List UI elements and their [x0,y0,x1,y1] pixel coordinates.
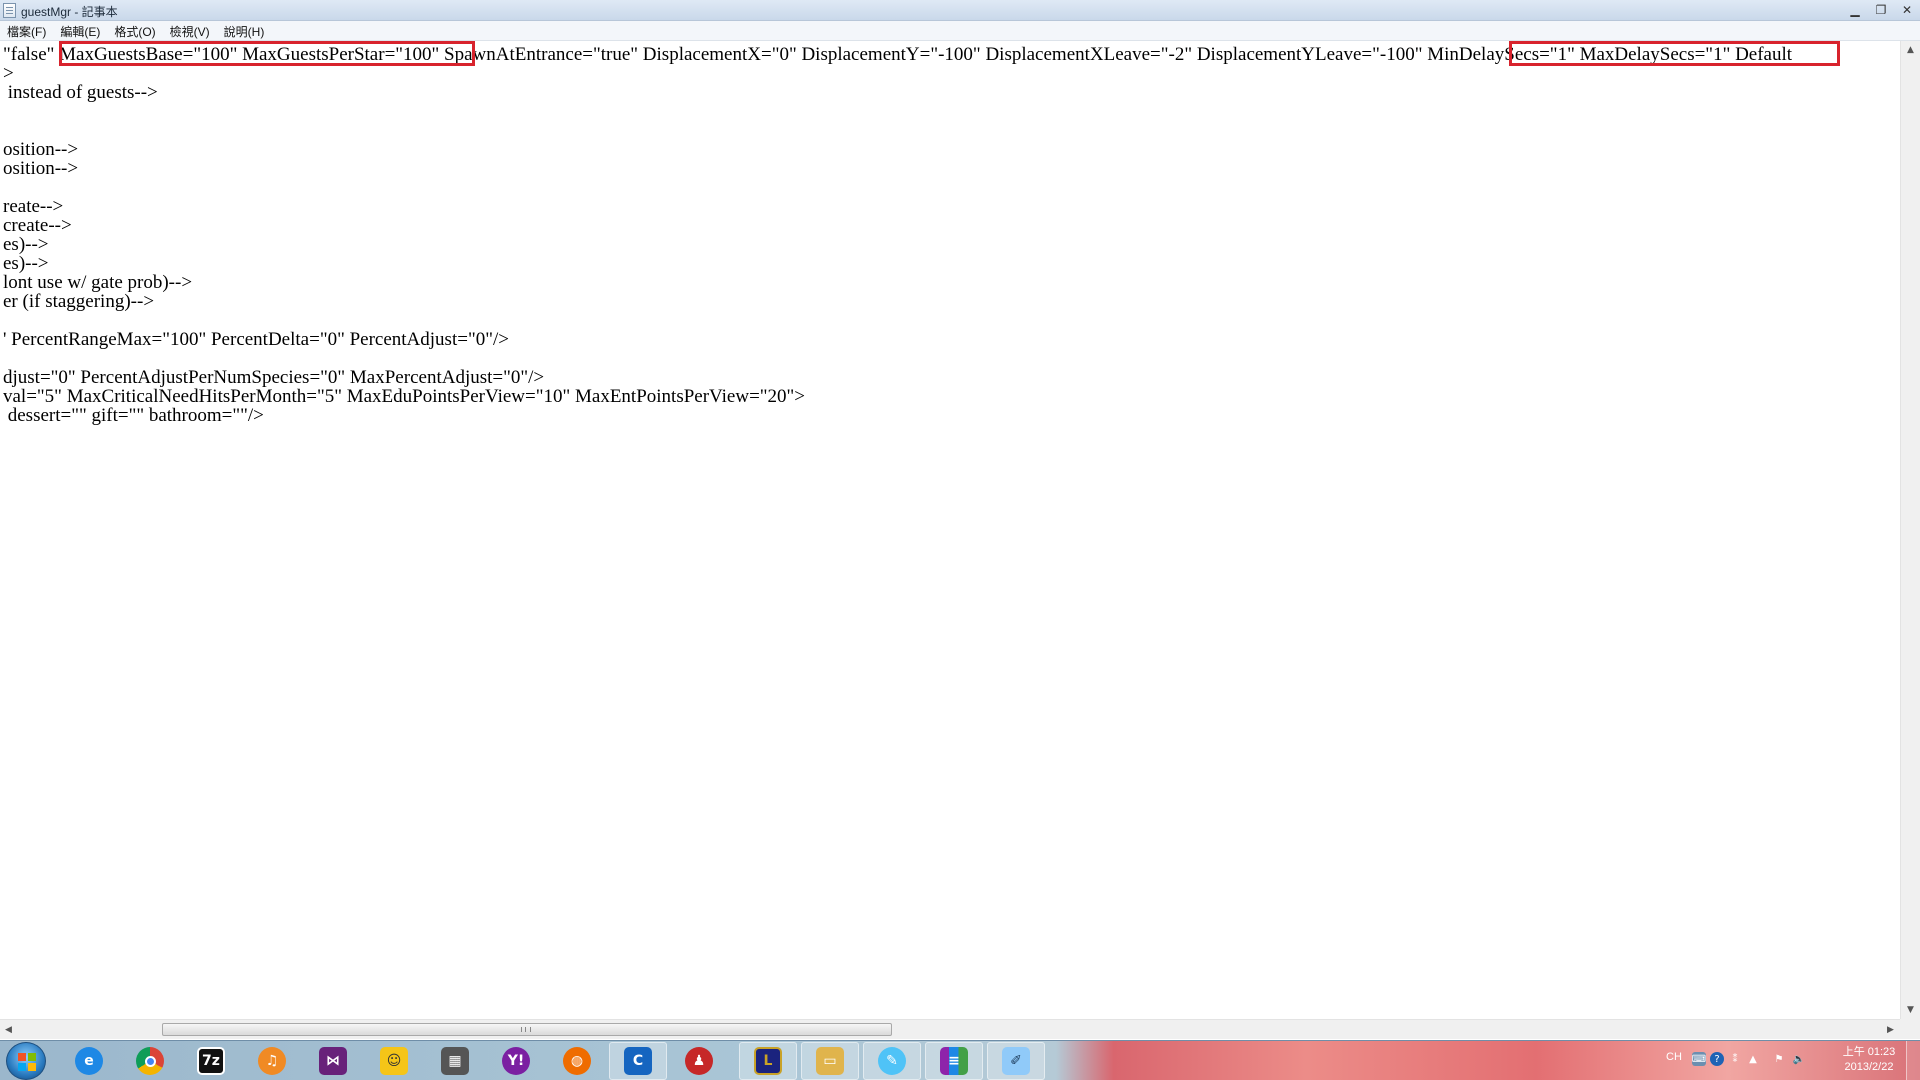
taskbar-app-yahoo-messenger[interactable]: Y! [487,1042,545,1080]
league-icon: L [754,1047,782,1075]
volume-icon[interactable]: 🔈 [1792,1052,1806,1066]
taskbar-app-video-editor[interactable]: ▦ [426,1042,484,1080]
yahoo-messenger-icon: Y! [502,1047,530,1075]
text-line: es)--> [3,253,49,274]
taskbar-app-league[interactable]: L [739,1042,797,1080]
text-editor[interactable]: "false" MaxGuestsBase="100" MaxGuestsPer… [0,41,1900,1019]
text-line: > [3,63,14,84]
text-line: reate--> [3,196,64,217]
scroll-up-button[interactable]: ▲ [1901,41,1920,58]
notepad-icon [3,3,16,18]
red-app-icon: ♟ [685,1047,713,1075]
horizontal-scrollbar[interactable]: ◀ ▶ [0,1019,1900,1039]
help-icon[interactable]: ? [1710,1052,1724,1066]
restore-button[interactable]: ❐ [1868,0,1894,20]
c-app-icon: C [624,1047,652,1075]
taskbar-app-folder[interactable]: ▭ [801,1042,859,1080]
taskbar-app-c[interactable]: C [609,1042,667,1080]
show-desktop-button[interactable] [1906,1041,1920,1080]
caption-buttons: ▁ ❐ ✕ [1842,0,1920,20]
menu-view[interactable]: 檢視(V) [163,21,217,40]
text-line: osition--> [3,139,79,160]
chrome-icon [136,1047,164,1075]
paint-icon: ✎ [878,1047,906,1075]
close-icon: ✕ [1901,3,1913,17]
menu-format[interactable]: 格式(O) [107,21,162,40]
menu-bar: 檔案(F) 編輯(E) 格式(O) 檢視(V) 說明(H) [0,21,1920,41]
keyboard-icon[interactable]: ⌨ [1692,1052,1706,1066]
language-indicator[interactable]: CH [1666,1051,1682,1063]
text-line: dessert="" gift="" bathroom=""/> [3,405,264,426]
arrow-down-icon: ▼ [1907,1004,1914,1015]
menu-file[interactable]: 檔案(F) [0,21,53,40]
clock-time: 上午 01:23 [1842,1046,1896,1058]
windows-logo-icon [18,1053,36,1071]
chevron-up-icon[interactable]: ▲ [1746,1052,1760,1066]
taskbar-app-winrar[interactable]: ≡ [925,1042,983,1080]
arrow-right-icon: ▶ [1887,1024,1894,1035]
visual-studio-icon: ⋈ [319,1047,347,1075]
text-line: instead of guests--> [3,82,158,103]
arrow-up-icon: ▲ [1907,44,1914,55]
text-line: create--> [3,215,72,236]
scroll-right-button[interactable]: ▶ [1882,1020,1899,1039]
minimize-button[interactable]: ▁ [1842,0,1868,20]
taskbar: e 7z ♫ ⋈ ☺ ▦ Y! ◍ C ♟ L ▭ ✎ ≡ ✐ CH ⌨ ? ⁑… [0,1040,1920,1080]
taskbar-app-chrome[interactable] [121,1042,179,1080]
notepad-icon: ✐ [1002,1047,1030,1075]
text-line: lont use w/ gate prob)--> [3,272,193,293]
scrollbar-corner [1900,1019,1920,1039]
taskbar-app-red[interactable]: ♟ [670,1042,728,1080]
grip-icon [521,1027,531,1032]
winrar-icon: ≡ [940,1047,968,1075]
text-line: "false" MaxGuestsBase="100" MaxGuestsPer… [3,44,1793,65]
text-line: es)--> [3,234,49,255]
horizontal-scroll-thumb[interactable] [162,1023,892,1036]
headphones-icon: ♫ [258,1047,286,1075]
internet-explorer-icon: e [75,1047,103,1075]
clock-date: 2013/2/22 [1844,1061,1894,1073]
taskbar-app-notepad[interactable]: ✐ [987,1042,1045,1080]
7zip-icon: 7z [197,1047,225,1075]
torrent-icon: ◍ [563,1047,591,1075]
minimize-icon: ▁ [1850,3,1860,17]
taskbar-app-visual-studio[interactable]: ⋈ [304,1042,362,1080]
text-line: er (if staggering)--> [3,291,155,312]
text-line: ' PercentRangeMax="100" PercentDelta="0"… [3,329,509,350]
taskbar-app-chat[interactable]: ☺ [365,1042,423,1080]
video-editor-icon: ▦ [441,1047,469,1075]
chat-icon: ☺ [380,1047,408,1075]
input-method-icon[interactable]: ⁑ [1728,1052,1742,1066]
taskbar-app-7zip[interactable]: 7z [182,1042,240,1080]
title-bar: guestMgr - 記事本 ▁ ❐ ✕ [0,0,1920,21]
menu-edit[interactable]: 編輯(E) [53,21,107,40]
scroll-down-button[interactable]: ▼ [1901,1001,1920,1018]
taskbar-clock[interactable]: 上午 01:23 2013/2/22 [1836,1045,1902,1075]
arrow-left-icon: ◀ [5,1024,12,1035]
folder-icon: ▭ [816,1047,844,1075]
network-icon[interactable]: ⚑ [1772,1052,1786,1066]
taskbar-app-paint[interactable]: ✎ [863,1042,921,1080]
menu-help[interactable]: 說明(H) [217,21,272,40]
restore-icon: ❐ [1875,3,1887,17]
system-tray: CH ⌨ ? ⁑ ▲ ⚑ 🔈 [1660,1041,1836,1080]
taskbar-app-headphones[interactable]: ♫ [243,1042,301,1080]
start-button[interactable] [6,1042,46,1080]
taskbar-app-torrent[interactable]: ◍ [548,1042,606,1080]
text-line: osition--> [3,158,79,179]
text-line: djust="0" PercentAdjustPerNumSpecies="0"… [3,367,545,388]
taskbar-app-internet-explorer[interactable]: e [60,1042,118,1080]
vertical-scrollbar[interactable]: ▲ ▼ [1900,41,1920,1019]
scroll-left-button[interactable]: ◀ [0,1020,17,1039]
window-title: guestMgr - 記事本 [21,5,118,19]
close-button[interactable]: ✕ [1894,0,1920,20]
text-line: val="5" MaxCriticalNeedHitsPerMonth="5" … [3,386,806,407]
